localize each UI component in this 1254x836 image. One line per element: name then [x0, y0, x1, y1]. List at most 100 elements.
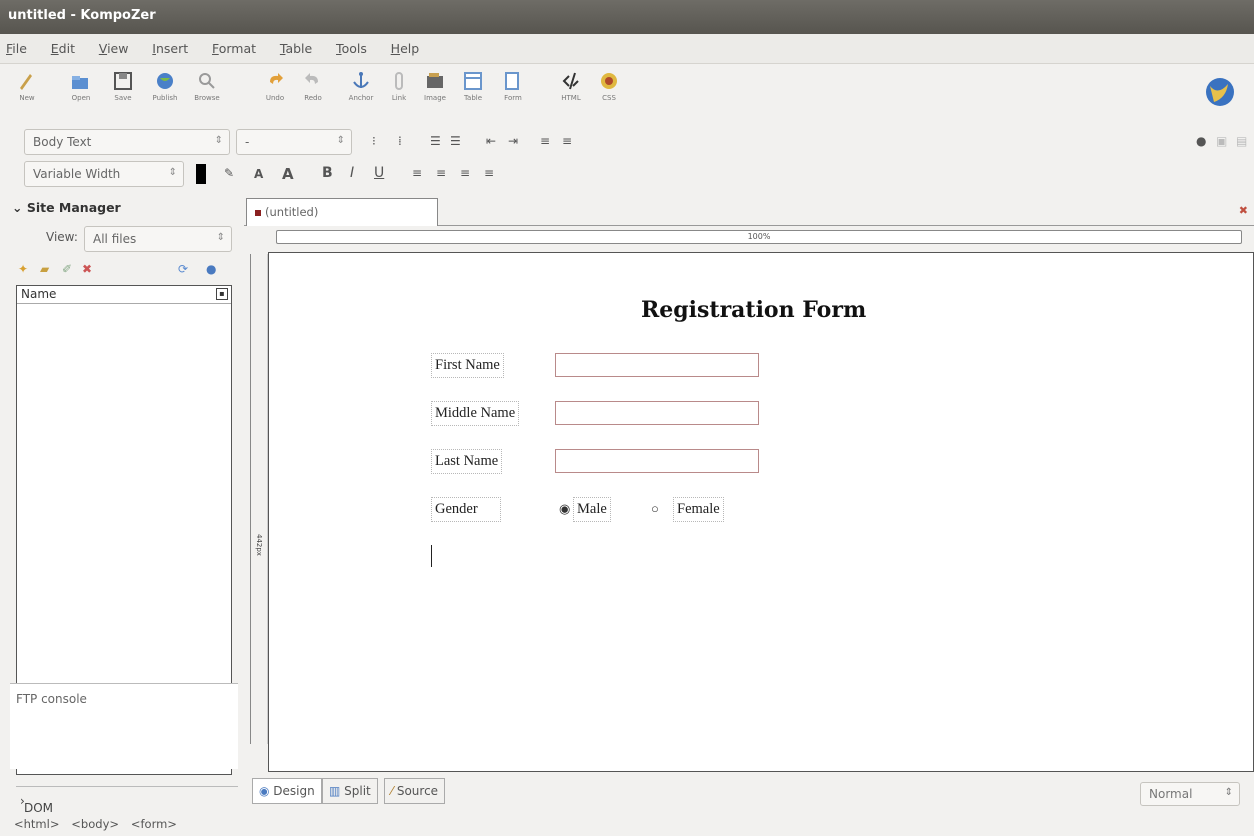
- edit-site-icon[interactable]: ✐: [62, 262, 72, 276]
- radio-female[interactable]: ○: [651, 501, 659, 517]
- menu-view[interactable]: View: [99, 41, 129, 56]
- form-button[interactable]: Form: [494, 68, 532, 122]
- menu-insert[interactable]: Insert: [152, 41, 188, 56]
- link-button[interactable]: Link: [380, 68, 418, 122]
- eye-icon: ◉: [259, 784, 274, 798]
- anchor-label: Anchor: [348, 94, 374, 102]
- anchor-button[interactable]: Anchor: [342, 68, 380, 122]
- html-button[interactable]: HTML: [552, 68, 590, 122]
- menu-format[interactable]: Format: [212, 41, 256, 56]
- status-tag-html[interactable]: <html>: [14, 817, 59, 831]
- color-picker-icon[interactable]: ●: [1196, 134, 1206, 148]
- open-button[interactable]: Open: [62, 68, 100, 122]
- highlight-icon[interactable]: ✎: [224, 166, 234, 180]
- status-tag-form[interactable]: <form>: [131, 817, 177, 831]
- italic-icon[interactable]: I: [350, 165, 354, 181]
- dom-explorer-panel[interactable]: › DOM Explorer: [16, 786, 238, 829]
- female-label: Female: [673, 497, 724, 522]
- status-tag-body[interactable]: <body>: [71, 817, 119, 831]
- last-name-input[interactable]: [555, 449, 759, 473]
- paragraph-icon[interactable]: ⁝: [372, 134, 376, 148]
- horizontal-ruler[interactable]: 100%: [276, 230, 1242, 244]
- close-tab-icon[interactable]: ✖: [1239, 204, 1248, 217]
- font-select[interactable]: - ⇕: [236, 129, 352, 155]
- save-button[interactable]: Save: [104, 68, 142, 122]
- delete-site-icon[interactable]: ✖: [82, 262, 92, 276]
- name-column-header[interactable]: Name: [21, 287, 56, 301]
- indent-icon[interactable]: ⇥: [508, 134, 518, 148]
- publish-button[interactable]: Publish: [146, 68, 184, 122]
- justify-icon[interactable]: ≡: [484, 166, 494, 180]
- align-left-icon[interactable]: ≡: [412, 166, 422, 180]
- vertical-ruler-label: 442px: [255, 534, 263, 556]
- radio-male[interactable]: ◉: [559, 501, 570, 517]
- folder-icon[interactable]: ▰: [40, 262, 49, 276]
- globe-small-icon[interactable]: ●: [206, 262, 216, 276]
- bold-icon[interactable]: B: [322, 165, 333, 181]
- bullet-list-icon[interactable]: ☰: [450, 134, 461, 148]
- layer-icon[interactable]: ▣: [1216, 134, 1227, 148]
- css-button[interactable]: CSS: [590, 68, 628, 122]
- middle-name-input[interactable]: [555, 401, 759, 425]
- tab-design[interactable]: ◉ Design: [252, 778, 322, 804]
- new-button[interactable]: New: [8, 68, 46, 122]
- redo-icon: [305, 73, 318, 84]
- site-manager-header[interactable]: ⌄ Site Manager: [12, 200, 121, 215]
- undo-label: Undo: [265, 94, 285, 102]
- menu-edit[interactable]: Edit: [51, 41, 75, 56]
- paragraph-style-value: Body Text: [33, 135, 92, 149]
- font-larger-icon[interactable]: A: [282, 165, 294, 183]
- spinner-icon: ⇕: [336, 135, 345, 146]
- menu-help[interactable]: Help: [391, 41, 420, 56]
- align-right-icon[interactable]: ≡: [460, 166, 470, 180]
- site-manager-title: Site Manager: [26, 200, 121, 215]
- font-smaller-icon[interactable]: A: [254, 167, 263, 181]
- first-name-label: First Name: [431, 353, 504, 378]
- edit-mode-select[interactable]: Normal ⇕: [1140, 782, 1240, 806]
- form-icon: [505, 72, 519, 90]
- position-icon[interactable]: ▤: [1236, 134, 1247, 148]
- ftp-console: FTP console: [10, 683, 238, 769]
- table-button[interactable]: Table: [454, 68, 492, 122]
- view-filter-select[interactable]: All files ⇕: [84, 226, 232, 252]
- undo-button[interactable]: Undo: [256, 68, 294, 122]
- image-button[interactable]: Image: [416, 68, 454, 122]
- menu-tools[interactable]: Tools: [336, 41, 367, 56]
- open-icon: [72, 76, 88, 89]
- tab-untitled[interactable]: (untitled): [246, 198, 438, 226]
- outdent-icon[interactable]: ⇤: [486, 134, 496, 148]
- tab-label: (untitled): [265, 205, 319, 219]
- underline-icon[interactable]: U: [374, 165, 384, 181]
- design-canvas[interactable]: Registration Form First Name Middle Name…: [268, 252, 1254, 772]
- publish-icon: [157, 73, 173, 89]
- split-tab-label: Split: [344, 784, 371, 798]
- align-center-icon[interactable]: ≡: [436, 166, 446, 180]
- source-tab-label: Source: [396, 784, 439, 798]
- new-site-icon[interactable]: ✦: [18, 262, 28, 276]
- menu-table[interactable]: Table: [280, 41, 312, 56]
- title-bar: untitled - KompoZer: [0, 0, 1254, 34]
- menu-file[interactable]: File: [6, 41, 27, 56]
- numbered-list-icon[interactable]: ☰: [430, 134, 441, 148]
- table-label: Table: [463, 94, 483, 102]
- ftp-console-label: FTP console: [16, 692, 87, 706]
- vertical-ruler[interactable]: 442px: [250, 254, 268, 744]
- browse-button[interactable]: Browse: [188, 68, 226, 122]
- font-width-select[interactable]: Variable Width ⇕: [24, 161, 184, 187]
- refresh-icon[interactable]: ⟳: [178, 262, 188, 276]
- align-top-icon[interactable]: ≡: [540, 134, 550, 148]
- browse-icon: [199, 73, 215, 89]
- edit-mode-value: Normal: [1149, 787, 1193, 801]
- paragraph-style-select[interactable]: Body Text ⇕: [24, 129, 230, 155]
- first-name-input[interactable]: [555, 353, 759, 377]
- tab-source[interactable]: ⁄ Source: [384, 778, 446, 804]
- tab-split[interactable]: ▥ Split: [322, 778, 378, 804]
- paragraph-break-icon[interactable]: ⁞: [398, 134, 402, 148]
- text-caret: [431, 545, 432, 567]
- column-picker-icon[interactable]: ▪: [216, 288, 228, 300]
- spinner-icon: ⇕: [1224, 787, 1233, 798]
- redo-button[interactable]: Redo: [294, 68, 332, 122]
- redo-label: Redo: [304, 94, 322, 102]
- align-bottom-icon[interactable]: ≡: [562, 134, 572, 148]
- text-color-icon[interactable]: [196, 164, 206, 184]
